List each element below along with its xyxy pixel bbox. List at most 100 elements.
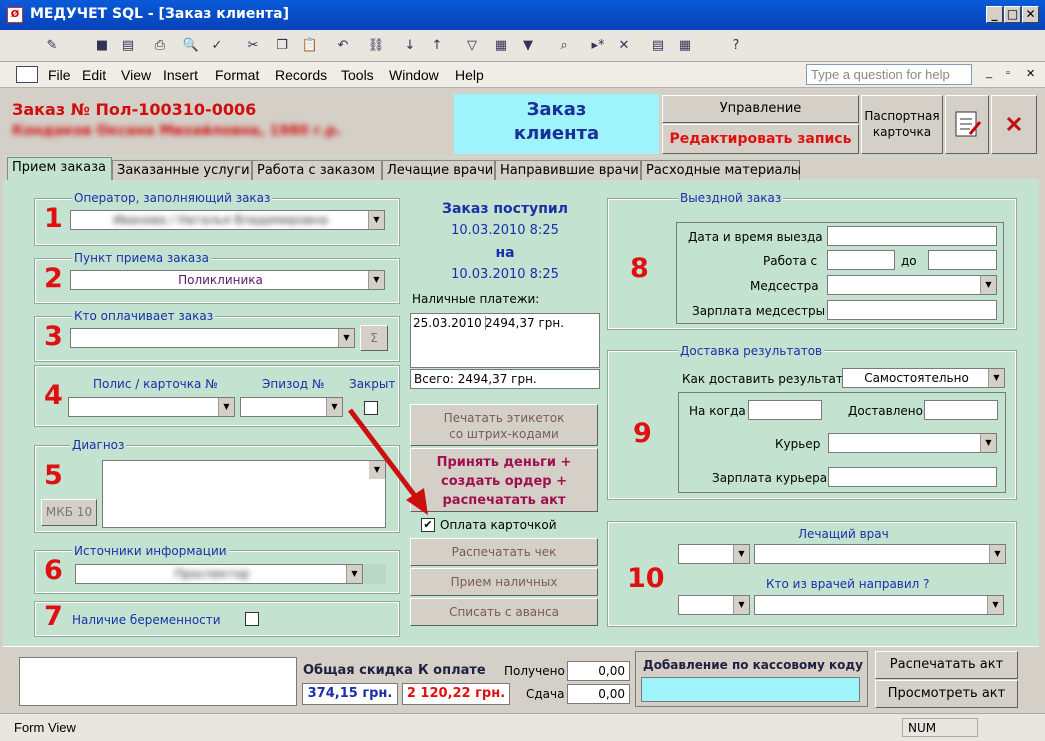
tab-order-intake[interactable]: Прием заказа (7, 157, 112, 180)
print-check-button[interactable]: Распечатать чек (410, 538, 598, 566)
delivered-input[interactable] (924, 400, 998, 420)
courier-combo[interactable]: ▼ (828, 433, 997, 453)
help-icon[interactable]: ? (726, 36, 746, 56)
work-to-input[interactable] (928, 250, 997, 270)
chevron-down-icon[interactable]: ▼ (989, 545, 1005, 563)
chevron-down-icon[interactable]: ▼ (987, 596, 1003, 614)
footer-notes-box[interactable] (19, 657, 297, 706)
intake-point-combo[interactable]: Поликлиника ▼ (70, 270, 385, 290)
cash-receive-button[interactable]: Прием наличных (410, 568, 598, 596)
operator-combo[interactable]: Иванова / Наталья Владимировна ▼ (70, 210, 385, 230)
spelling-icon[interactable]: ✓ (207, 36, 227, 56)
form-menu-icon[interactable] (16, 66, 38, 83)
tab-order-work[interactable]: Работа с заказом (252, 160, 382, 180)
attending-doctor-code-combo[interactable]: ▼ (678, 544, 750, 564)
chevron-down-icon[interactable]: ▼ (980, 434, 996, 452)
chevron-down-icon[interactable]: ▼ (338, 329, 354, 347)
passport-card-button[interactable]: Паспортная карточка (861, 95, 943, 154)
doc-minimize-button[interactable]: _ (986, 67, 992, 79)
mkb10-button[interactable]: МКБ 10 (41, 499, 97, 526)
change-input[interactable]: 0,00 (567, 684, 630, 704)
courier-salary-input[interactable] (828, 467, 997, 487)
manage-button[interactable]: Управление (662, 95, 859, 123)
undo-icon[interactable]: ↶ (333, 36, 353, 56)
database-window-icon[interactable]: ▤ (648, 36, 668, 56)
sort-desc-icon[interactable]: ↑ (427, 36, 447, 56)
new-object-icon[interactable]: ▦ (675, 36, 695, 56)
info-sources-combo[interactable]: Проспектор ▼ (75, 564, 363, 584)
cash-code-input[interactable] (641, 677, 860, 702)
departure-input[interactable] (827, 226, 997, 246)
referrer-combo[interactable]: ▼ (754, 595, 1004, 615)
chevron-down-icon[interactable]: ▼ (733, 596, 749, 614)
nurse-salary-input[interactable] (827, 300, 997, 320)
menu-tools[interactable]: Tools (341, 67, 374, 83)
menu-format[interactable]: Format (215, 67, 259, 83)
edit-record-button[interactable]: Редактировать запись (662, 124, 859, 154)
menu-records[interactable]: Records (275, 67, 327, 83)
work-from-input[interactable] (827, 250, 895, 270)
new-record-icon[interactable]: ▸* (588, 36, 608, 56)
hyperlink-icon[interactable]: ⛓ (366, 36, 386, 56)
delete-record-icon[interactable]: ✕ (614, 36, 634, 56)
when-input[interactable] (748, 400, 822, 420)
menu-edit[interactable]: Edit (82, 67, 106, 83)
tab-consumables[interactable]: Расходные материалы (641, 160, 801, 180)
write-off-advance-button[interactable]: Списать с аванса (410, 598, 598, 626)
tab-ordered-services[interactable]: Заказанные услуги (112, 160, 252, 180)
filter-form-icon[interactable]: ▦ (491, 36, 511, 56)
save-icon[interactable]: ■ (92, 36, 112, 56)
nurse-combo[interactable]: ▼ (827, 275, 997, 295)
minimize-button[interactable]: _ (986, 6, 1003, 23)
print-preview-icon[interactable]: 🔍 (181, 36, 201, 56)
policy-combo[interactable]: ▼ (68, 397, 235, 417)
menu-insert[interactable]: Insert (163, 67, 198, 83)
exit-button[interactable] (991, 95, 1037, 154)
filter-selection-icon[interactable]: ▽ (462, 36, 482, 56)
sort-asc-icon[interactable]: ↓ (400, 36, 420, 56)
received-input[interactable]: 0,00 (567, 661, 630, 681)
chevron-down-icon[interactable]: ▼ (980, 276, 996, 294)
passport-line1: Паспортная (864, 109, 940, 123)
copy-icon[interactable]: ❐ (272, 36, 292, 56)
design-view-icon[interactable]: ✎ (42, 36, 62, 56)
attending-doctor-combo[interactable]: ▼ (754, 544, 1006, 564)
paste-icon[interactable]: 📋 (300, 36, 320, 56)
toolbar: ✎ ■ ▤ ⎙ 🔍 ✓ ✂ ❐ 📋 ↶ ⛓ ↓ ↑ ▽ ▦ ▼ ⌕ ▸* ✕ ▤ ▦? (0, 30, 1045, 62)
doc-close-button[interactable]: ✕ (1026, 67, 1035, 80)
close-button[interactable]: ✕ (1022, 6, 1039, 23)
menu-help[interactable]: Help (455, 67, 484, 83)
chevron-down-icon[interactable]: ▼ (218, 398, 234, 416)
menu-file[interactable]: File (48, 67, 71, 83)
view-act-button[interactable]: Просмотреть акт (875, 680, 1018, 708)
chevron-down-icon[interactable]: ▼ (346, 565, 362, 583)
help-search-input[interactable]: Type a question for help (806, 64, 972, 85)
save-record-icon[interactable]: ▤ (118, 36, 138, 56)
payments-list[interactable]: 25.03.2010 2494,37 грн. (410, 313, 600, 368)
payer-combo[interactable]: ▼ (70, 328, 355, 348)
episode-combo[interactable]: ▼ (240, 397, 343, 417)
referrer-code-combo[interactable]: ▼ (678, 595, 750, 615)
cut-icon[interactable]: ✂ (243, 36, 263, 56)
chevron-down-icon[interactable]: ▼ (368, 211, 384, 229)
menu-window[interactable]: Window (389, 67, 439, 83)
chevron-down-icon[interactable]: ▼ (368, 271, 384, 289)
print-act-button[interactable]: Распечатать акт (875, 651, 1018, 679)
info-sources-label: Источники информации (72, 544, 229, 558)
menu-view[interactable]: View (121, 67, 151, 83)
maximize-button[interactable]: □ (1004, 6, 1021, 23)
pregnancy-checkbox[interactable] (245, 612, 259, 626)
operator-value: Иванова / Наталья Владимировна (113, 213, 328, 227)
apply-filter-icon[interactable]: ▼ (518, 36, 538, 56)
tab-referring-doctors[interactable]: Направившие врачи (495, 160, 641, 180)
step-9: 9 (633, 418, 652, 449)
doc-restore-button[interactable]: ▫ (1006, 67, 1010, 79)
how-deliver-combo[interactable]: Самостоятельно ▼ (842, 368, 1005, 388)
chevron-down-icon[interactable]: ▼ (733, 545, 749, 563)
notes-button[interactable] (945, 95, 989, 154)
print-icon[interactable]: ⎙ (150, 36, 170, 56)
chevron-down-icon[interactable]: ▼ (988, 369, 1004, 387)
find-icon[interactable]: ⌕ (554, 36, 574, 56)
tab-attending-doctors[interactable]: Лечащие врачи (382, 160, 495, 180)
sum-button[interactable]: Σ (360, 325, 388, 351)
